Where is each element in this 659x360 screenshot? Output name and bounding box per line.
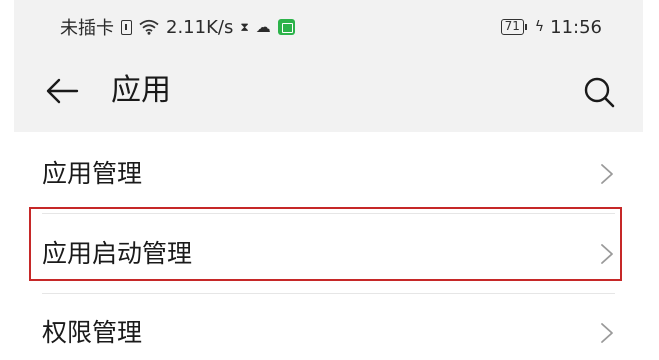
- battery-level: 71: [500, 19, 524, 35]
- status-bar: 未插卡 2.11K/s ⧗ ☁ 71 ϟ 11:56: [14, 0, 643, 52]
- chevron-right-icon: [601, 323, 613, 343]
- search-icon: [584, 77, 615, 108]
- list-item-label: 应用管理: [42, 159, 143, 188]
- list-item-label: 权限管理: [42, 318, 143, 347]
- list-item-label: 应用启动管理: [42, 239, 193, 268]
- chevron-right-icon: [601, 164, 613, 184]
- hourglass-icon: ⧗: [240, 19, 249, 34]
- status-bar-left: 未插卡 2.11K/s ⧗ ☁: [60, 16, 295, 39]
- cloud-icon: ☁: [255, 17, 271, 36]
- wifi-icon: [139, 19, 159, 35]
- list-item-app-launch-management[interactable]: 应用启动管理: [28, 214, 622, 294]
- list-item-app-management[interactable]: 应用管理: [28, 134, 622, 214]
- network-speed: 2.11K/s: [166, 16, 234, 38]
- status-bar-right: 71 ϟ 11:56: [500, 16, 602, 38]
- settings-screen: 未插卡 2.11K/s ⧗ ☁ 71 ϟ 11:56 应用 应用管理 应用启动管…: [0, 0, 659, 360]
- app-notification-icon: [277, 19, 295, 35]
- charging-icon: ϟ: [534, 19, 545, 35]
- header-area: 未插卡 2.11K/s ⧗ ☁ 71 ϟ 11:56 应用: [14, 0, 643, 132]
- carrier-text: 未插卡: [60, 18, 114, 39]
- back-button[interactable]: [44, 76, 80, 106]
- status-time: 11:56: [550, 16, 602, 38]
- battery-icon: 71: [500, 19, 527, 35]
- sim-icon: [121, 19, 132, 35]
- list-item-permission-management[interactable]: 权限管理: [28, 294, 622, 360]
- battery-tip: [524, 24, 527, 30]
- chevron-right-icon: [601, 244, 613, 264]
- search-button[interactable]: [582, 75, 616, 109]
- arrow-left-icon: [46, 78, 79, 104]
- page-title: 应用: [111, 73, 171, 108]
- app-toolbar: 应用: [14, 52, 643, 132]
